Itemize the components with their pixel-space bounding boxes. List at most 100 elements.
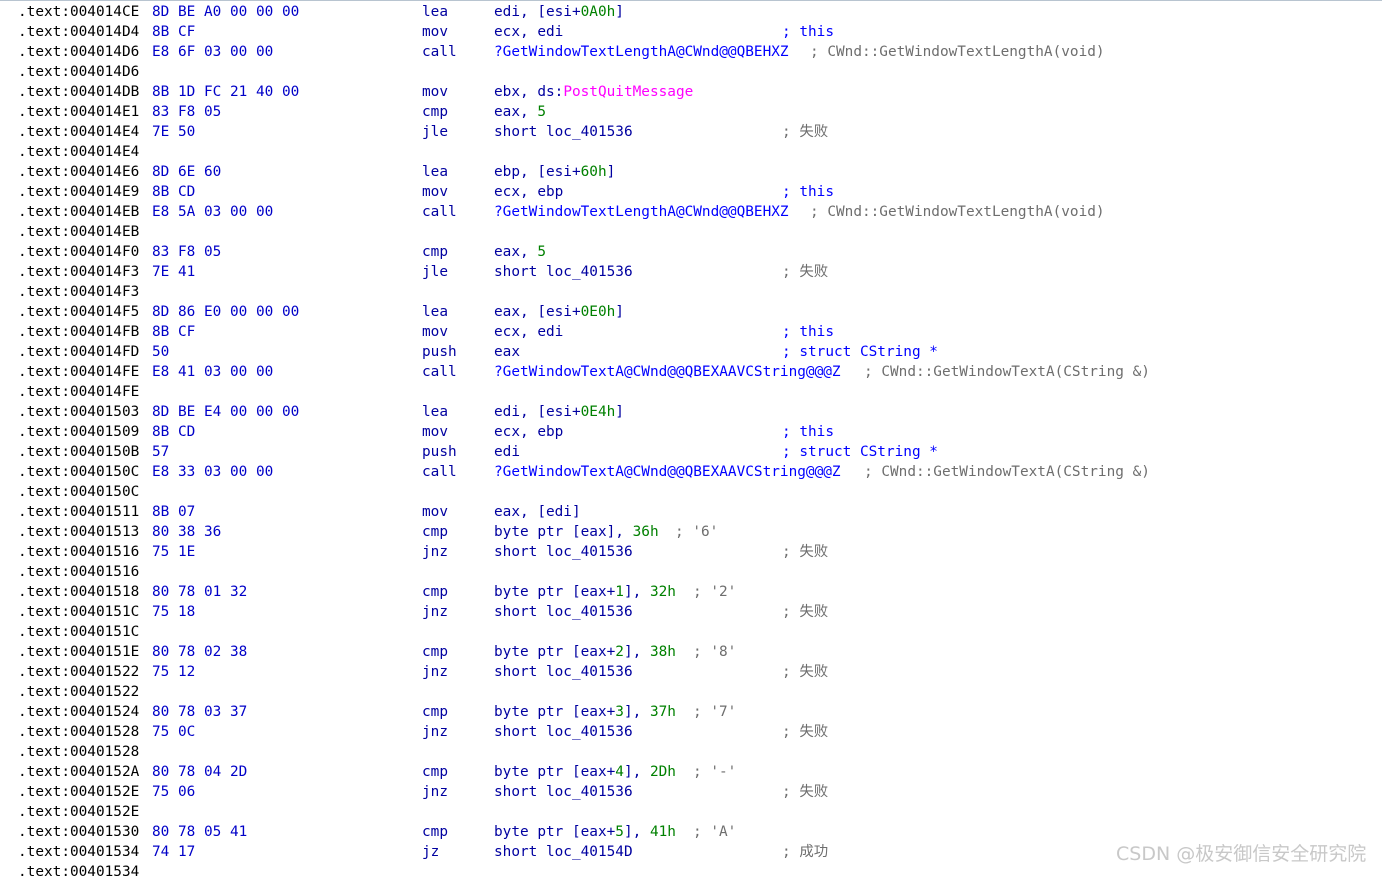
line-operands[interactable]: ?GetWindowTextLengthA@CWnd@@QBEHXZ [494, 202, 789, 222]
line-operands[interactable]: byte ptr [eax+1], 32h [494, 582, 676, 602]
listing-line[interactable]: .text:00401513 80 38 36 cmp byte ptr [eax],… [0, 522, 1382, 542]
operand-func[interactable]: ?GetWindowTextLengthA@CWnd@@QBEHXZ [494, 44, 789, 60]
listing-line[interactable]: .text:0040152E 75 06 jnz short loc_401536 ; … [0, 782, 1382, 802]
line-operands[interactable]: ecx, edi [494, 322, 563, 342]
listing-line[interactable]: .text:004014E4 7E 50 jle short loc_401536 ; … [0, 122, 1382, 142]
line-operands[interactable]: edi, [esi+0E4h] [494, 402, 624, 422]
line-address[interactable]: .text:004014E4 [18, 122, 139, 142]
disassembly-listing[interactable]: .text:004014CE 8D BE A0 00 00 00 lea edi, [… [0, 1, 1382, 880]
line-mnemonic[interactable]: jz [422, 842, 439, 862]
line-mnemonic[interactable]: cmp [422, 822, 448, 842]
line-mnemonic[interactable]: push [422, 442, 457, 462]
line-address[interactable]: .text:00401516 [18, 562, 139, 582]
operand-name[interactable]: PostQuitMessage [563, 84, 693, 100]
line-address[interactable]: .text:00401528 [18, 742, 139, 762]
line-operands[interactable]: ecx, ebp [494, 182, 563, 202]
line-address[interactable]: .text:004014D6 [18, 62, 139, 82]
line-mnemonic[interactable]: call [422, 462, 457, 482]
line-operands[interactable]: ?GetWindowTextA@CWnd@@QBEXAAVCString@@@Z [494, 462, 841, 482]
line-address[interactable]: .text:004014FD [18, 342, 139, 362]
line-address[interactable]: .text:0040150C [18, 462, 139, 482]
line-address[interactable]: .text:00401516 [18, 542, 139, 562]
operand-loc[interactable]: short loc_40154D [494, 844, 633, 860]
listing-line[interactable]: .text:004014E4 [0, 142, 1382, 162]
line-mnemonic[interactable]: call [422, 202, 457, 222]
line-mnemonic[interactable]: lea [422, 162, 448, 182]
line-operands[interactable]: short loc_401536 [494, 662, 633, 682]
line-operands[interactable]: short loc_401536 [494, 122, 633, 142]
listing-line[interactable]: .text:004014F0 83 F8 05 cmp eax, 5 [0, 242, 1382, 262]
line-mnemonic[interactable]: mov [422, 22, 448, 42]
line-address[interactable]: .text:004014FE [18, 362, 139, 382]
listing-line[interactable]: .text:00401522 75 12 jnz short loc_401536 ; … [0, 662, 1382, 682]
line-address[interactable]: .text:00401522 [18, 662, 139, 682]
line-mnemonic[interactable]: jnz [422, 602, 448, 622]
line-address[interactable]: .text:004014F0 [18, 242, 139, 262]
listing-line[interactable]: .text:00401522 [0, 682, 1382, 702]
line-address[interactable]: .text:0040152E [18, 782, 139, 802]
listing-line[interactable]: .text:004014CE 8D BE A0 00 00 00 lea edi, [… [0, 2, 1382, 22]
line-mnemonic[interactable]: jle [422, 262, 448, 282]
line-operands[interactable]: ebx, ds:PostQuitMessage [494, 82, 693, 102]
line-address[interactable]: .text:004014F3 [18, 282, 139, 302]
listing-line[interactable]: .text:004014FE E8 41 03 00 00 call ?GetWind… [0, 362, 1382, 382]
line-mnemonic[interactable]: cmp [422, 762, 448, 782]
listing-line[interactable]: .text:004014E1 83 F8 05 cmp eax, 5 [0, 102, 1382, 122]
line-operands[interactable]: short loc_401536 [494, 782, 633, 802]
line-operands[interactable]: eax, [esi+0E0h] [494, 302, 624, 322]
line-address[interactable]: .text:004014E1 [18, 102, 139, 122]
line-address[interactable]: .text:00401534 [18, 842, 139, 862]
line-mnemonic[interactable]: jnz [422, 782, 448, 802]
line-operands[interactable]: byte ptr [eax], 36h [494, 522, 659, 542]
line-address[interactable]: .text:0040152A [18, 762, 139, 782]
line-mnemonic[interactable]: mov [422, 82, 448, 102]
operand-func[interactable]: ?GetWindowTextA@CWnd@@QBEXAAVCString@@@Z [494, 364, 841, 380]
line-mnemonic[interactable]: mov [422, 322, 448, 342]
line-address[interactable]: .text:004014D6 [18, 42, 139, 62]
listing-line[interactable]: .text:00401518 80 78 01 32 cmp byte ptr [ea… [0, 582, 1382, 602]
listing-line[interactable]: .text:004014FE [0, 382, 1382, 402]
line-address[interactable]: .text:0040151E [18, 642, 139, 662]
line-address[interactable]: .text:00401511 [18, 502, 139, 522]
operand-loc[interactable]: short loc_401536 [494, 264, 633, 280]
line-address[interactable]: .text:004014F5 [18, 302, 139, 322]
line-operands[interactable]: edi [494, 442, 520, 462]
line-address[interactable]: .text:00401528 [18, 722, 139, 742]
line-operands[interactable]: short loc_40154D [494, 842, 633, 862]
line-address[interactable]: .text:004014DB [18, 82, 139, 102]
line-mnemonic[interactable]: call [422, 42, 457, 62]
operand-loc[interactable]: short loc_401536 [494, 124, 633, 140]
listing-line[interactable]: .text:00401511 8B 07 mov eax, [edi] [0, 502, 1382, 522]
line-address[interactable]: .text:00401518 [18, 582, 139, 602]
line-mnemonic[interactable]: jle [422, 122, 448, 142]
line-address[interactable]: .text:004014D4 [18, 22, 139, 42]
listing-line[interactable]: .text:004014E9 8B CD mov ecx, ebp ; this [0, 182, 1382, 202]
line-address[interactable]: .text:004014CE [18, 2, 139, 22]
operand-loc[interactable]: short loc_401536 [494, 544, 633, 560]
line-operands[interactable]: byte ptr [eax+2], 38h [494, 642, 676, 662]
listing-line[interactable]: .text:004014EB [0, 222, 1382, 242]
line-address[interactable]: .text:0040150B [18, 442, 139, 462]
line-address[interactable]: .text:00401534 [18, 862, 139, 882]
line-operands[interactable]: short loc_401536 [494, 722, 633, 742]
line-mnemonic[interactable]: jnz [422, 662, 448, 682]
listing-line[interactable]: .text:004014DB 8B 1D FC 21 40 00 mov ebx, d… [0, 82, 1382, 102]
listing-line[interactable]: .text:004014F3 7E 41 jle short loc_401536 ; … [0, 262, 1382, 282]
listing-line[interactable]: .text:004014F3 [0, 282, 1382, 302]
line-operands[interactable]: short loc_401536 [494, 602, 633, 622]
line-address[interactable]: .text:004014FE [18, 382, 139, 402]
listing-line[interactable]: .text:00401516 75 1E jnz short loc_401536 ; … [0, 542, 1382, 562]
line-address[interactable]: .text:0040151C [18, 602, 139, 622]
line-mnemonic[interactable]: cmp [422, 582, 448, 602]
operand-func[interactable]: ?GetWindowTextA@CWnd@@QBEXAAVCString@@@Z [494, 464, 841, 480]
listing-line[interactable]: .text:00401528 75 0C jnz short loc_401536 ; … [0, 722, 1382, 742]
operand-loc[interactable]: short loc_401536 [494, 664, 633, 680]
line-operands[interactable]: eax, 5 [494, 102, 546, 122]
operand-loc[interactable]: short loc_401536 [494, 724, 633, 740]
listing-line[interactable]: .text:004014FD 50 push eax ; struct CString … [0, 342, 1382, 362]
listing-line[interactable]: .text:0040151C 75 18 jnz short loc_401536 ; … [0, 602, 1382, 622]
line-mnemonic[interactable]: jnz [422, 542, 448, 562]
listing-line[interactable]: .text:004014F5 8D 86 E0 00 00 00 lea eax, [… [0, 302, 1382, 322]
line-operands[interactable]: edi, [esi+0A0h] [494, 2, 624, 22]
listing-line[interactable]: .text:004014D6 [0, 62, 1382, 82]
